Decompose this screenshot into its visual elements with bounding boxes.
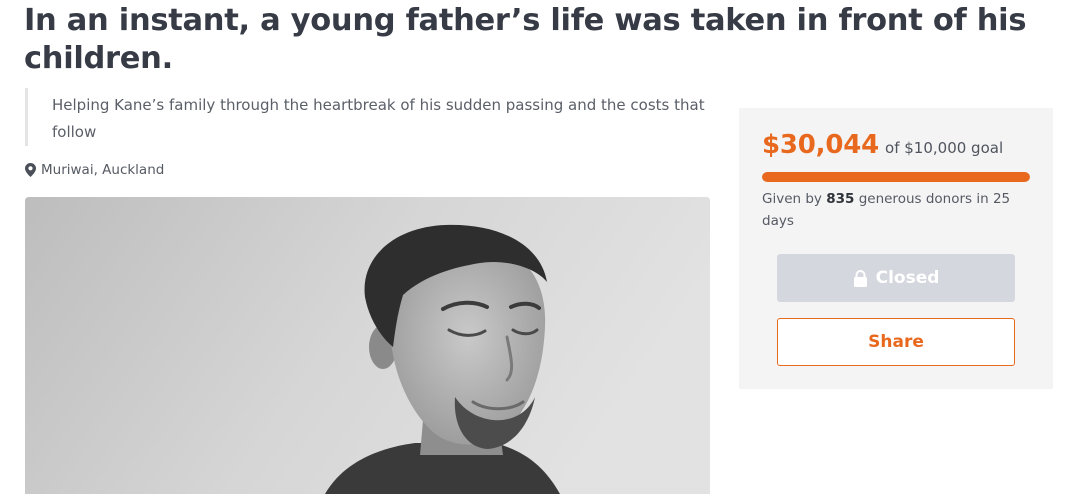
progress-fill xyxy=(762,172,1030,182)
map-pin-icon xyxy=(25,163,36,177)
page-subtitle: Helping Kane’s family through the heartb… xyxy=(52,96,705,141)
donor-count: 835 xyxy=(826,191,855,207)
goal-text: of $10,000 goal xyxy=(885,139,1004,157)
raised-summary: $30,044 of $10,000 goal xyxy=(762,130,1003,160)
share-label: Share xyxy=(868,332,924,352)
location: Muriwai, Auckland xyxy=(25,162,164,178)
location-label: Muriwai, Auckland xyxy=(41,162,165,178)
campaign-photo xyxy=(25,197,710,494)
closed-label: Closed xyxy=(875,268,940,288)
closed-button[interactable]: Closed xyxy=(777,254,1015,302)
raised-amount: $30,044 xyxy=(762,130,880,160)
share-button[interactable]: Share xyxy=(777,318,1015,366)
progress-bar xyxy=(762,172,1030,182)
lock-icon xyxy=(853,269,867,287)
donation-panel: $30,044 of $10,000 goal Given by 835 gen… xyxy=(739,108,1053,389)
page-title: In an instant, a young father’s life was… xyxy=(24,3,1027,76)
fundraiser-page: In an instant, a young father’s life was… xyxy=(0,0,1080,494)
donor-summary: Given by 835 generous donors in 25 days xyxy=(762,188,1032,232)
donors-prefix: Given by xyxy=(762,191,827,207)
subtitle-quote: Helping Kane’s family through the heartb… xyxy=(25,88,708,146)
